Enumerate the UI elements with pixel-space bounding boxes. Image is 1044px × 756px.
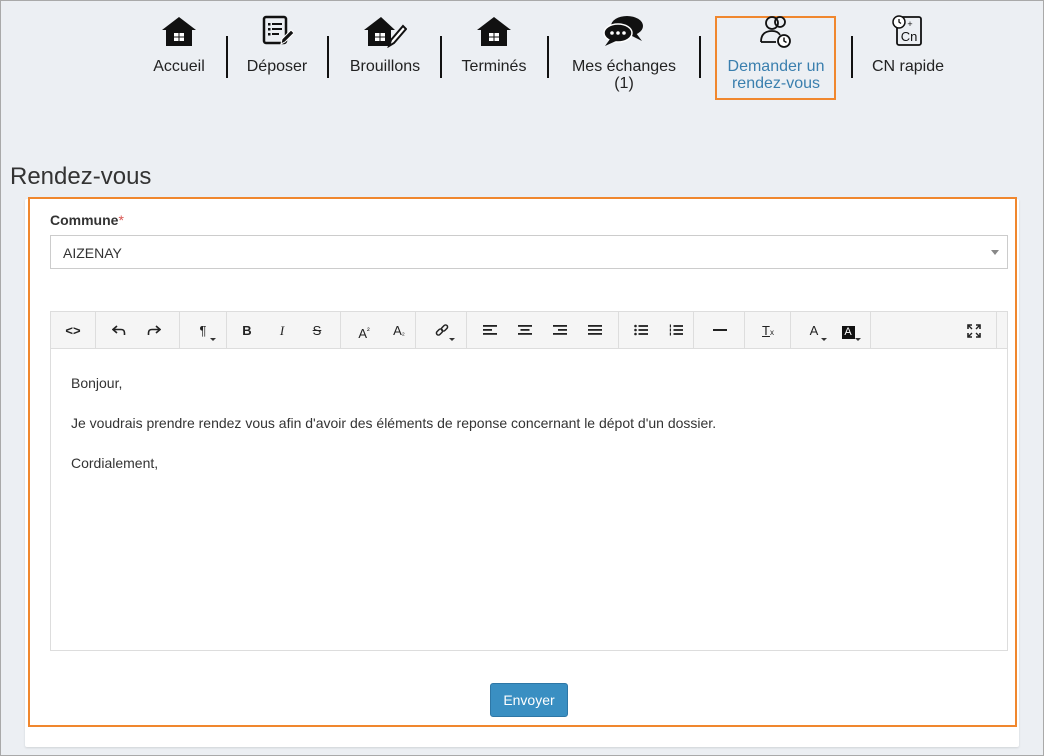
send-button[interactable]: Envoyer [490,683,568,717]
nav-divider [327,36,329,78]
nav-label: Mes échanges [571,58,677,75]
nav-label: Brouillons [349,58,421,75]
nav-item-termines[interactable]: Terminés [458,14,530,75]
background-color-button[interactable]: A [837,320,861,342]
nav-item-brouillons[interactable]: Brouillons [346,14,424,75]
nav-item-demander-rendez-vous[interactable]: Demander un rendez-vous [718,14,834,92]
fullscreen-button[interactable] [963,320,985,342]
align-left-icon [479,324,501,336]
commune-label: Commune* [50,212,124,228]
home-edit-icon [346,14,424,50]
toolbar-group-rule [694,312,745,349]
nav-label-count: (1) [614,75,634,92]
users-clock-icon [718,14,834,50]
nav-item-deposer[interactable]: Déposer [244,14,310,75]
horizontal-rule-icon [709,324,731,336]
toolbar-group-align [467,312,619,349]
message-line: Je voudrais prendre rendez vous afin d'a… [71,415,717,431]
toolbar-group-history [96,312,180,349]
superscript-mark: ² [367,326,370,335]
cn-calculator-icon: + Cn [866,14,950,50]
nav-divider [699,36,701,78]
nav-divider [851,36,853,78]
superscript-letter: A [358,326,367,341]
bullet-list-icon [630,324,652,336]
font-color-button[interactable]: A [803,320,827,342]
undo-button[interactable] [108,320,130,342]
align-right-button[interactable] [549,320,571,342]
link-button[interactable] [431,320,455,342]
toolbar-group-link [416,312,467,349]
toolbar-group-paragraph: ¶ [180,312,227,349]
nav-item-cn-rapide[interactable]: + Cn CN rapide [866,14,950,75]
undo-icon [108,324,130,336]
page-title: Rendez-vous [10,163,152,190]
nav-label: CN rapide [871,58,945,75]
align-center-icon [514,324,536,336]
toolbar-group-lists [619,312,694,349]
justify-button[interactable] [584,320,606,342]
commune-select[interactable]: AIZENAY [50,235,1008,269]
editor-content[interactable]: Bonjour, Je voudrais prendre rendez vous… [51,350,1007,650]
nav-divider [440,36,442,78]
clear-format-mark: x [769,328,774,337]
chevron-down-icon [991,250,999,255]
redo-button[interactable] [143,320,165,342]
nav-label: Accueil [153,58,205,75]
nav-label: Demander un [727,58,825,75]
subscript-letter: A [393,323,402,338]
numbered-list-icon [665,324,687,336]
align-left-button[interactable] [479,320,501,342]
commune-select-value: AIZENAY [63,245,122,261]
toolbar-group-fullscreen [871,312,997,349]
expand-icon [963,324,985,338]
toolbar-group-clear: Tx [745,312,791,349]
nav-divider [547,36,549,78]
svg-text:+: + [907,19,912,29]
align-right-icon [549,324,571,336]
subscript-button[interactable]: A₂ [388,320,410,342]
nav-divider [226,36,228,78]
redo-icon [143,324,165,336]
message-line: Cordialement, [71,455,159,471]
align-center-button[interactable] [514,320,536,342]
italic-button[interactable]: I [271,320,293,342]
code-view-button[interactable]: <> [62,320,84,342]
horizontal-rule-button[interactable] [709,320,731,342]
home-icon [458,14,530,50]
paragraph-format-button[interactable]: ¶ [192,320,216,342]
top-navigation: Accueil Déposer Brouillons Terminés Mes … [0,14,1044,104]
subscript-mark: ₂ [401,328,405,337]
nav-label-line2: rendez-vous [731,75,821,92]
nav-label: Déposer [246,58,308,75]
superscript-button[interactable]: A² [353,320,375,342]
commune-label-text: Commune [50,212,119,228]
nav-label: Terminés [461,58,527,75]
bold-button[interactable]: B [236,320,258,342]
justify-icon [584,324,606,336]
toolbar-group-script: A² A₂ [341,312,416,349]
link-icon [431,324,453,338]
home-icon [146,14,212,50]
document-edit-icon [244,14,310,50]
clear-formatting-button[interactable]: Tx [757,320,779,342]
bullet-list-button[interactable] [630,320,652,342]
strikethrough-button[interactable]: S [306,320,328,342]
chat-bubbles-icon [564,14,684,50]
toolbar-group-text-style: B I S [227,312,341,349]
nav-item-mes-echanges[interactable]: Mes échanges (1) [564,14,684,92]
numbered-list-button[interactable] [665,320,687,342]
required-mark: * [118,212,124,228]
editor-toolbar: <> ¶ B I S A² A₂ Tx A A [51,312,1007,349]
toolbar-group-source: <> [51,312,96,349]
message-line: Bonjour, [71,375,123,391]
toolbar-group-colors: A A [791,312,871,349]
clear-format-letter: T [762,323,770,338]
message-editor: <> ¶ B I S A² A₂ Tx A A Bonjour, Je voud… [50,311,1008,651]
highlight-letter: A [841,326,855,339]
nav-item-accueil[interactable]: Accueil [146,14,212,75]
svg-text:Cn: Cn [901,29,918,44]
